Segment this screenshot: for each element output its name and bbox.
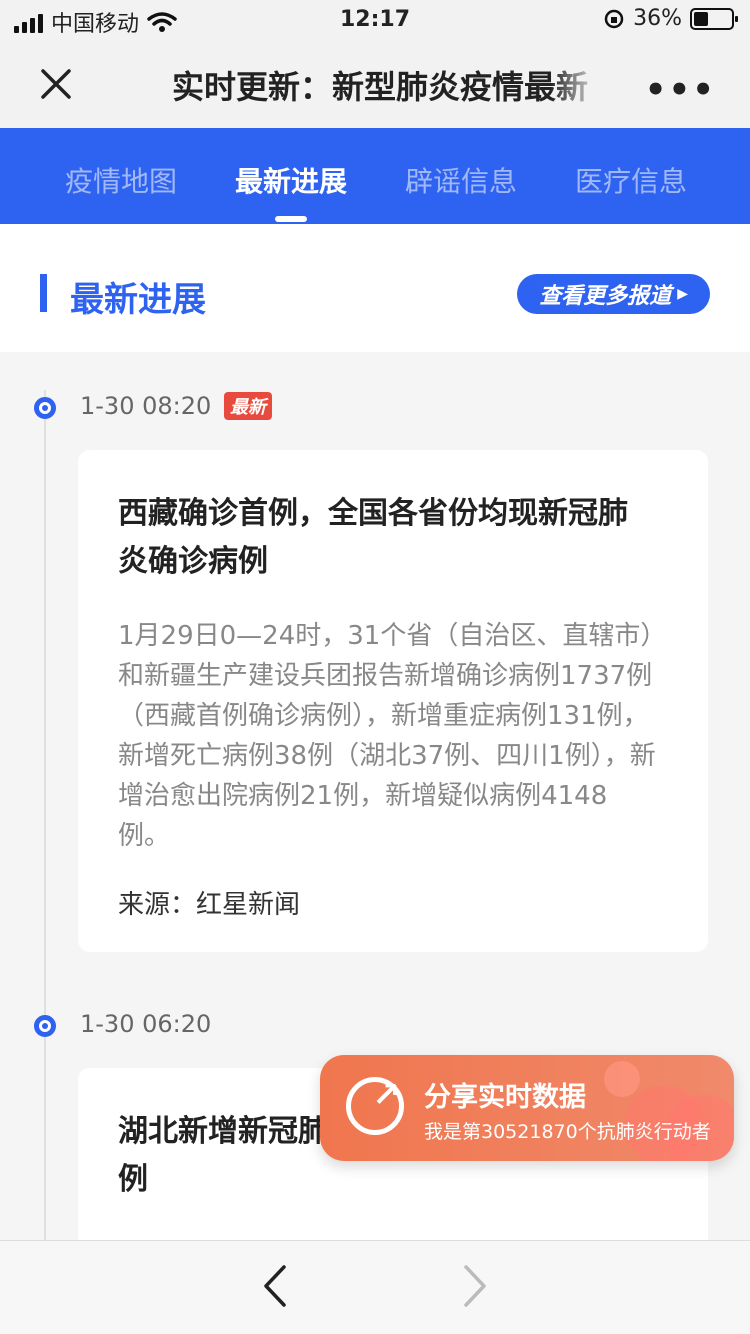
entry-timestamp: 1-30 08:20 bbox=[80, 392, 212, 420]
caret-right-icon: ▶ bbox=[677, 286, 688, 302]
rotation-lock-icon bbox=[604, 9, 624, 28]
close-icon bbox=[41, 69, 71, 99]
timeline-line bbox=[44, 390, 46, 1250]
battery-icon bbox=[690, 7, 738, 30]
news-card[interactable]: 西藏确诊首例，全国各省份均现新冠肺 炎确诊病例 1月29日0—24时，31个省（… bbox=[78, 450, 708, 952]
timeline-dot bbox=[34, 397, 56, 419]
more-reports-label: 查看更多报道 bbox=[539, 284, 672, 309]
tab-latest-progress[interactable]: 最新进展 bbox=[206, 128, 376, 224]
share-data-button[interactable]: ↗ 分享实时数据 我是第30521870个抗肺炎行动者 bbox=[320, 1055, 734, 1161]
tab-epidemic-map[interactable]: 疫情地图 bbox=[36, 128, 206, 224]
entry-timestamp: 1-30 06:20 bbox=[80, 1010, 212, 1038]
arrow-up-right-icon: ↗ bbox=[372, 1075, 401, 1115]
section-title: 最新进展 bbox=[70, 280, 206, 320]
section-header: 最新进展 查看更多报道 ▶ bbox=[0, 224, 750, 352]
more-menu-button[interactable]: ••• bbox=[645, 70, 716, 110]
chevron-right-icon bbox=[464, 1265, 486, 1307]
timeline-dot bbox=[34, 1015, 56, 1037]
section-accent-bar bbox=[40, 274, 47, 312]
tab-medical-info[interactable]: 医疗信息 bbox=[546, 128, 716, 224]
news-title-line2: 炎确诊病例 bbox=[118, 544, 268, 579]
news-body: 1月29日0—24时，31个省（自治区、直辖市）和新疆生产建设兵团报告新增确诊病… bbox=[118, 621, 656, 851]
tab-bar: 疫情地图 最新进展 辟谣信息 医疗信息 bbox=[0, 128, 750, 224]
hearts-decoration bbox=[604, 1055, 734, 1161]
more-reports-button[interactable]: 查看更多报道 ▶ bbox=[517, 274, 710, 314]
browser-toolbar bbox=[0, 1240, 750, 1334]
share-subtitle: 我是第30521870个抗肺炎行动者 bbox=[424, 1121, 711, 1143]
news-title-line1: 湖北新增新冠肺 bbox=[118, 1114, 328, 1149]
status-right: 36% bbox=[603, 6, 738, 31]
news-title-line2: 例 bbox=[118, 1162, 148, 1197]
battery-percent: 36% bbox=[633, 6, 682, 31]
nav-bar: 实时更新：新型肺炎疫情最新 ••• bbox=[0, 40, 750, 128]
news-title-line1: 西藏确诊首例，全国各省份均现新冠肺 bbox=[118, 496, 628, 531]
status-bar: 中国移动 12:17 36% bbox=[0, 0, 750, 40]
news-source: 来源：红星新闻 bbox=[118, 890, 301, 920]
back-button[interactable] bbox=[260, 1263, 290, 1320]
latest-badge: 最新 bbox=[224, 392, 272, 420]
forward-button[interactable] bbox=[460, 1263, 490, 1320]
chevron-left-icon bbox=[264, 1265, 286, 1307]
share-title: 分享实时数据 bbox=[424, 1082, 586, 1113]
page-title: 实时更新：新型肺炎疫情最新 bbox=[172, 68, 589, 106]
close-button[interactable] bbox=[34, 62, 78, 106]
tab-rumor-refutation[interactable]: 辟谣信息 bbox=[376, 128, 546, 224]
